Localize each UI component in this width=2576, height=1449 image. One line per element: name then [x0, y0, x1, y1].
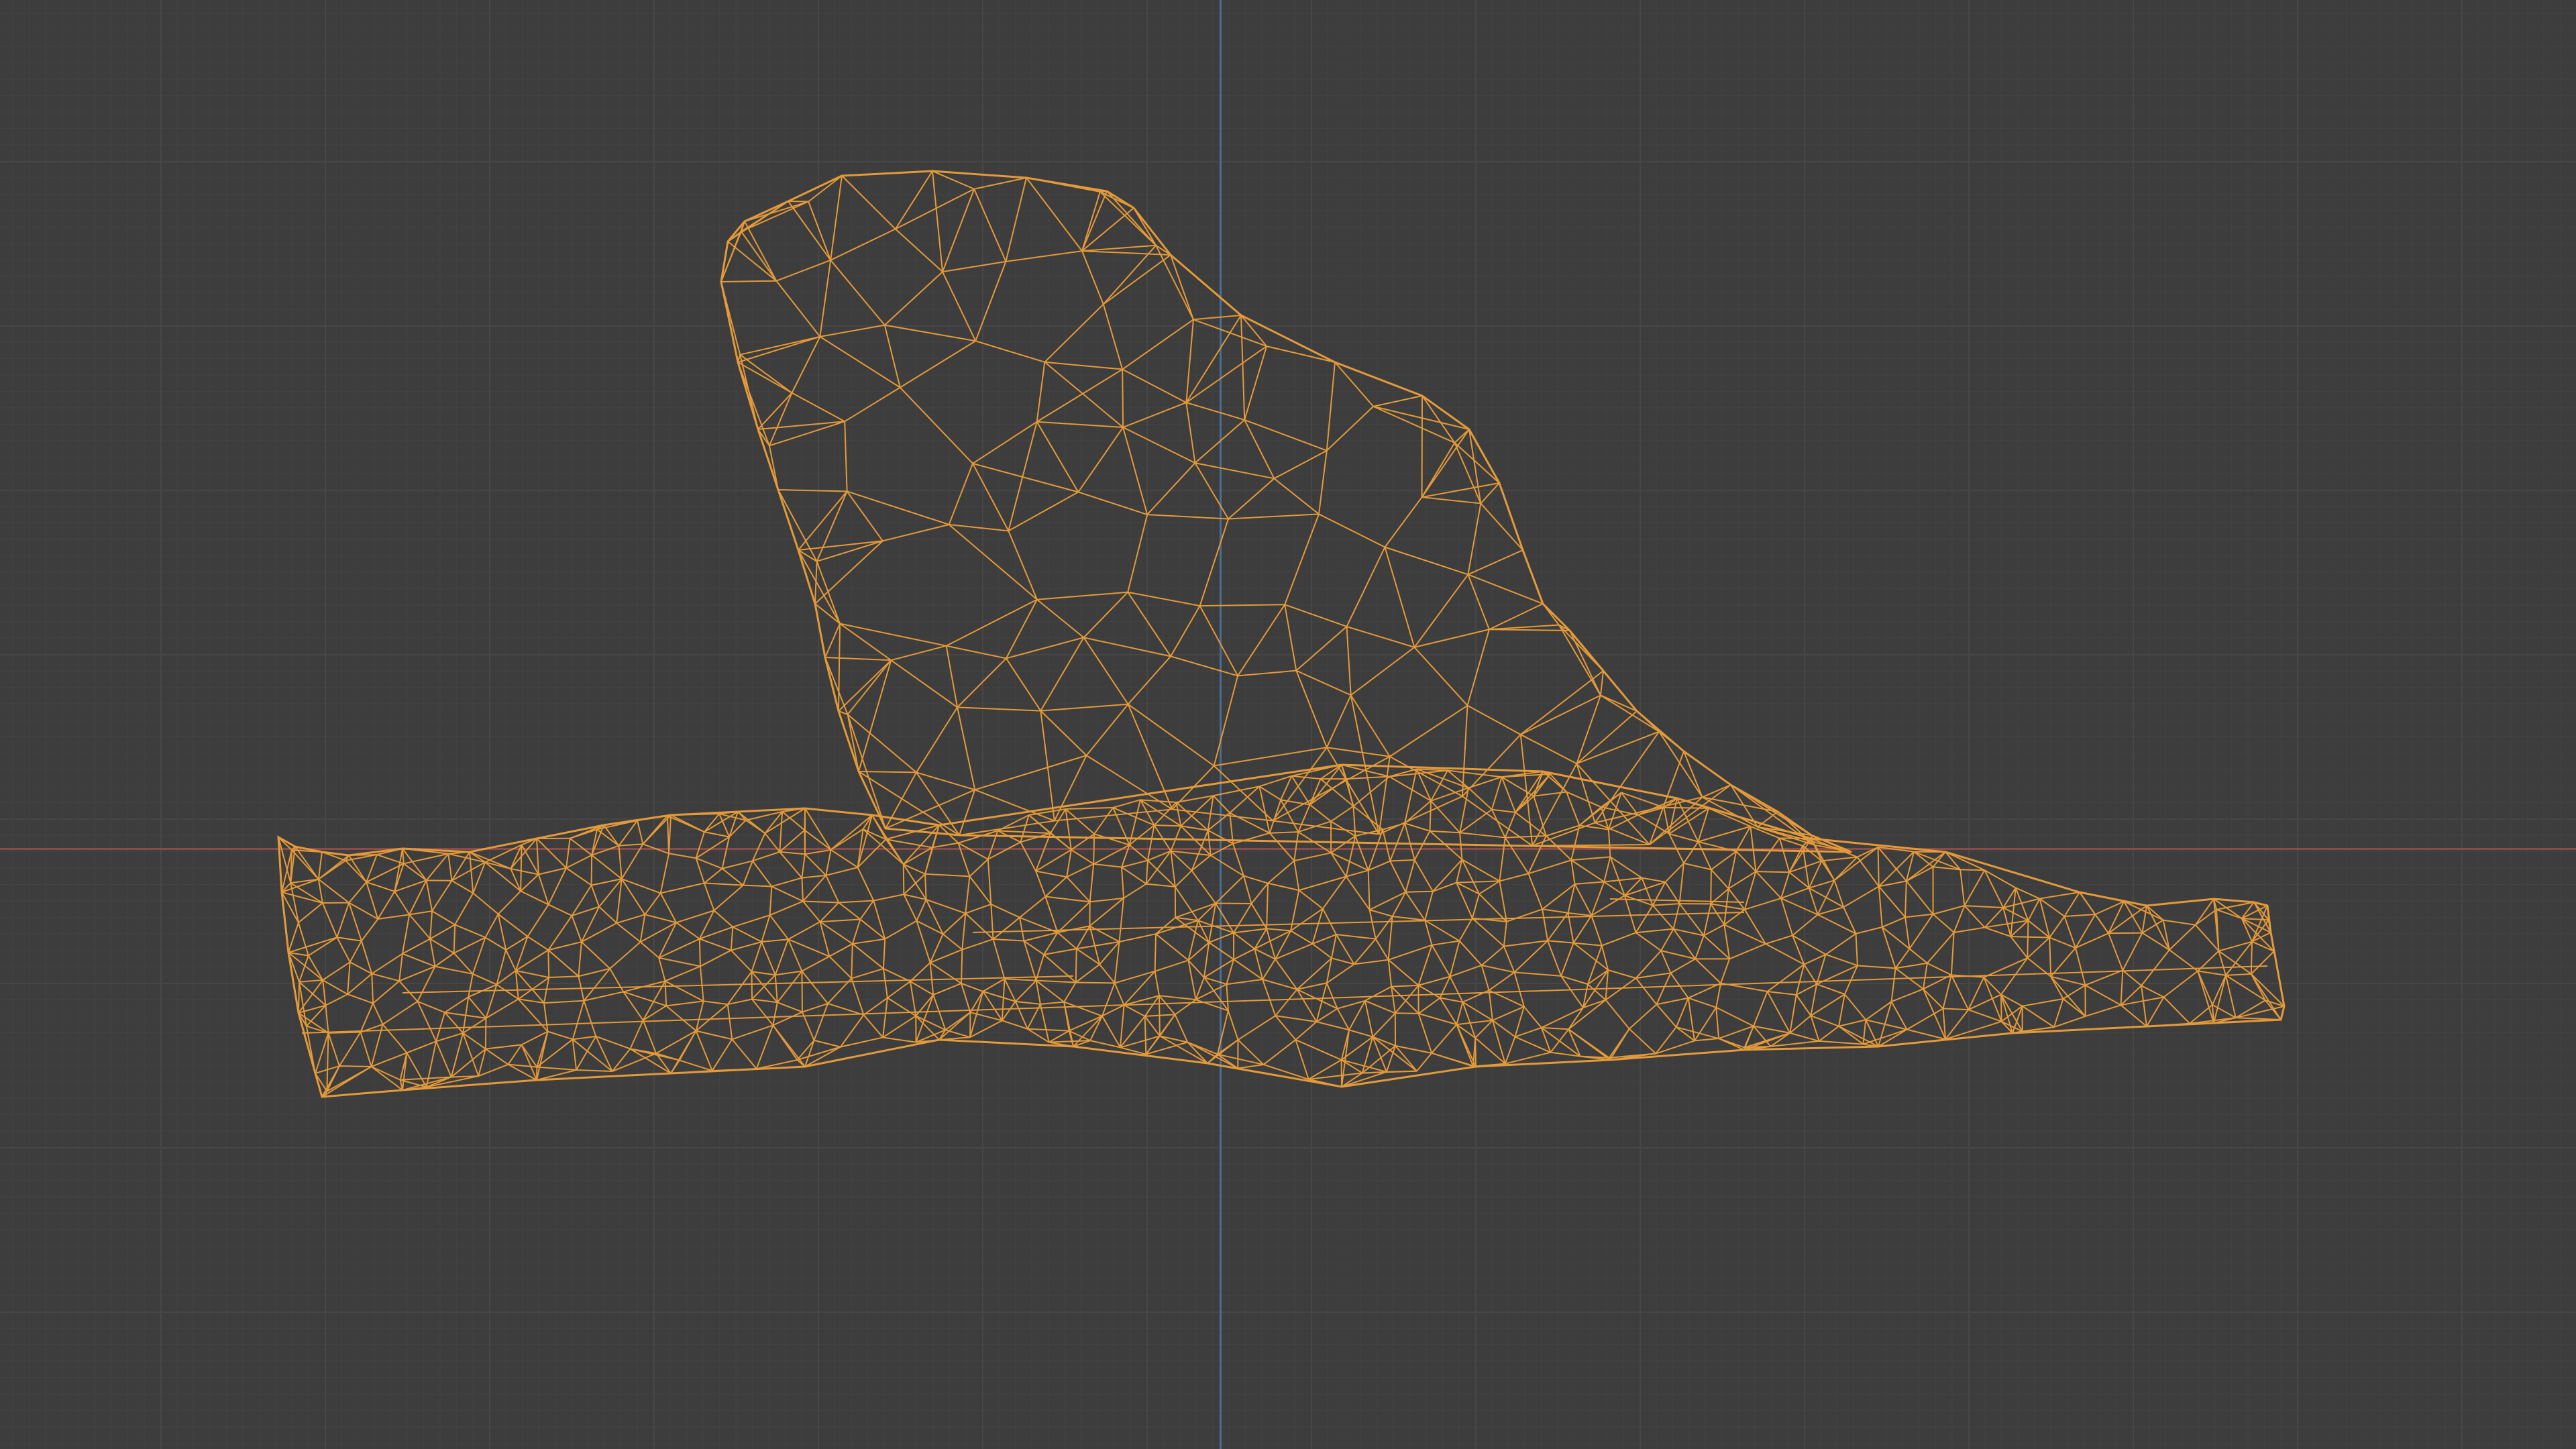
3d-viewport[interactable] — [0, 0, 2576, 1449]
mesh-ground-slab — [278, 764, 2285, 1097]
mesh-edges — [720, 170, 1852, 853]
mesh-outline — [277, 170, 2286, 1098]
wireframe-mesh[interactable] — [0, 0, 2576, 1449]
